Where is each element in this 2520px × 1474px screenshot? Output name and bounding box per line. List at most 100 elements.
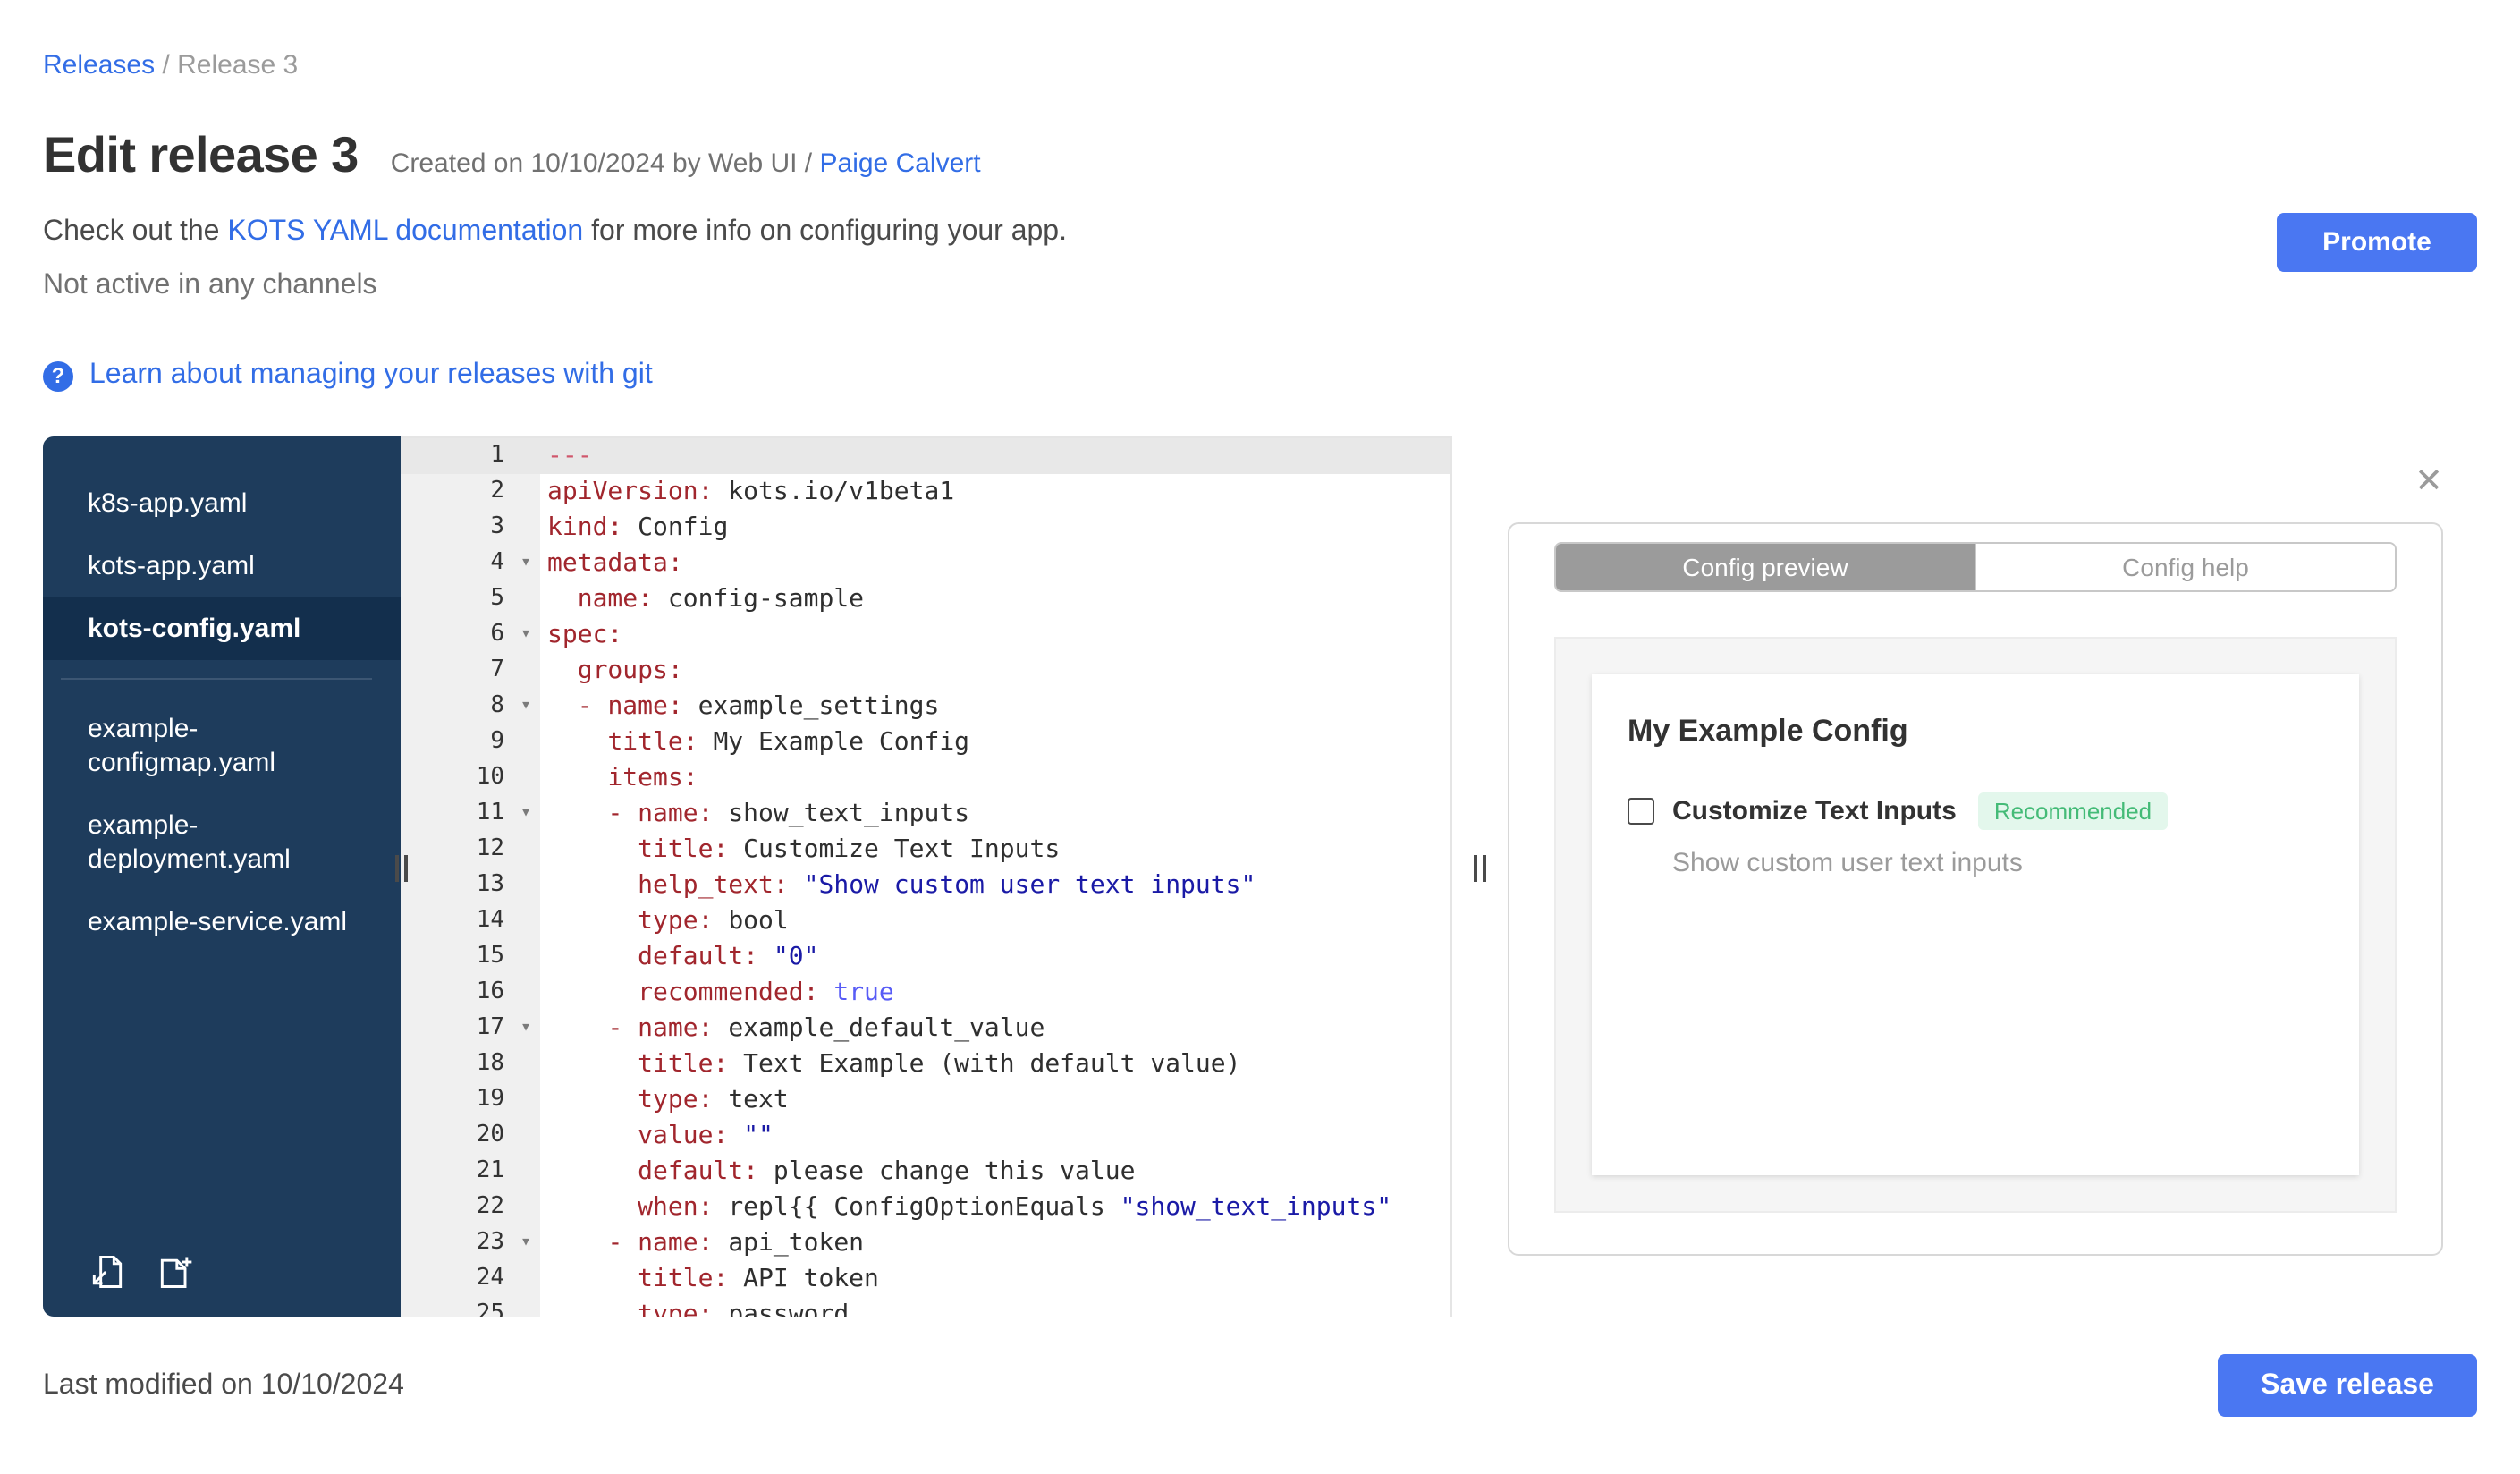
- line-number: 17 ▾: [401, 1011, 540, 1046]
- config-item-row: Customize Text Inputs Recommended: [1628, 792, 2323, 830]
- fold-arrow-icon[interactable]: ▾: [520, 1011, 531, 1046]
- fold-arrow-icon[interactable]: ▾: [520, 617, 531, 653]
- tab-config-help[interactable]: Config help: [1975, 544, 2395, 590]
- code-line[interactable]: 12 title: Customize Text Inputs: [401, 832, 1450, 868]
- title-row: Edit release 3 Created on 10/10/2024 by …: [43, 127, 2477, 184]
- code-line[interactable]: 13 help_text: "Show custom user text inp…: [401, 868, 1450, 903]
- save-release-button[interactable]: Save release: [2218, 1354, 2477, 1417]
- fold-arrow-icon[interactable]: ▾: [520, 796, 531, 832]
- code-line[interactable]: 9 title: My Example Config: [401, 724, 1450, 760]
- code-line-text: apiVersion: kots.io/v1beta1: [547, 478, 955, 506]
- file-item-kots-app[interactable]: kots-app.yaml: [88, 535, 365, 597]
- line-number: 19: [401, 1082, 540, 1118]
- code-line[interactable]: 16 recommended: true: [401, 975, 1450, 1011]
- config-group-card: My Example Config Customize Text Inputs …: [1592, 674, 2359, 1175]
- customize-text-inputs-checkbox[interactable]: [1628, 798, 1654, 825]
- preview-tabs: Config preview Config help: [1554, 542, 2397, 592]
- code-line[interactable]: 5 name: config-sample: [401, 581, 1450, 617]
- code-line[interactable]: 19 type: text: [401, 1082, 1450, 1118]
- code-line-text: groups:: [577, 657, 683, 685]
- code-line[interactable]: 7 groups:: [401, 653, 1450, 689]
- upload-file-icon[interactable]: [88, 1252, 127, 1292]
- line-number: 21: [401, 1154, 540, 1190]
- code-line-text: when: repl{{ ConfigOptionEquals "show_te…: [638, 1193, 1392, 1222]
- kots-docs-link[interactable]: KOTS YAML documentation: [227, 216, 583, 247]
- code-line[interactable]: 15 default: "0": [401, 939, 1450, 975]
- config-preview-body: My Example Config Customize Text Inputs …: [1554, 637, 2397, 1213]
- file-item-k8s-app[interactable]: k8s-app.yaml: [88, 472, 365, 535]
- checkbox-label: Customize Text Inputs: [1672, 796, 1957, 826]
- code-line[interactable]: 24 title: API token: [401, 1261, 1450, 1297]
- line-number: 3: [401, 510, 540, 546]
- code-line-text: type: password: [638, 1300, 850, 1317]
- code-line-text: kind: Config: [547, 513, 729, 542]
- code-line[interactable]: 22 when: repl{{ ConfigOptionEquals "show…: [401, 1190, 1450, 1225]
- code-line-text: metadata:: [547, 549, 683, 578]
- code-line-text: - name: show_text_inputs: [607, 800, 970, 828]
- file-item-kots-config-selected[interactable]: kots-config.yaml: [43, 597, 401, 660]
- line-number: 14: [401, 903, 540, 939]
- author-link[interactable]: Paige Calvert: [820, 148, 981, 179]
- close-icon[interactable]: ✕: [2414, 463, 2443, 501]
- code-line[interactable]: 3 kind: Config: [401, 510, 1450, 546]
- line-number: 24: [401, 1261, 540, 1297]
- file-item-example-service[interactable]: example-service.yaml: [88, 891, 365, 953]
- yaml-code-editor[interactable]: 1 --- 2 apiVersion: kots.io/v1beta1 3 kind: C…: [401, 436, 1452, 1317]
- release-editor-page: Releases / Release 3 Edit release 3 Crea…: [0, 0, 2520, 1474]
- code-line[interactable]: 25 type: password: [401, 1297, 1450, 1317]
- file-item-example-deployment[interactable]: example-deployment.yaml: [88, 794, 365, 891]
- code-line-text: type: bool: [638, 907, 789, 936]
- fold-arrow-icon[interactable]: ▾: [520, 1225, 531, 1261]
- docs-line: Check out the KOTS YAML documentation fo…: [43, 216, 2477, 249]
- file-item-example-configmap[interactable]: example-configmap.yaml: [88, 698, 365, 794]
- breadcrumb: Releases / Release 3: [43, 0, 2477, 80]
- code-line[interactable]: 17 ▾ - name: example_default_value: [401, 1011, 1450, 1046]
- channel-status: Not active in any channels: [43, 270, 377, 301]
- line-number: 18: [401, 1046, 540, 1082]
- line-number: 8 ▾: [401, 689, 540, 724]
- code-line-text: - name: api_token: [607, 1229, 865, 1258]
- fold-arrow-icon[interactable]: ▾: [520, 689, 531, 724]
- promote-button[interactable]: Promote: [2277, 213, 2477, 272]
- code-line[interactable]: 8 ▾ - name: example_settings: [401, 689, 1450, 724]
- code-line-text: items:: [607, 764, 698, 792]
- fold-arrow-icon[interactable]: ▾: [520, 546, 531, 581]
- code-line[interactable]: 18 title: Text Example (with default val…: [401, 1046, 1450, 1082]
- code-line[interactable]: 14 type: bool: [401, 903, 1450, 939]
- created-info: Created on 10/10/2024 by Web UI / Paige …: [391, 148, 981, 179]
- code-line[interactable]: 11 ▾ - name: show_text_inputs: [401, 796, 1450, 832]
- code-line[interactable]: 6 ▾ spec:: [401, 617, 1450, 653]
- code-line-text: help_text: "Show custom user text inputs…: [638, 871, 1256, 900]
- line-number: 16: [401, 975, 540, 1011]
- line-number: 20: [401, 1118, 540, 1154]
- code-line-text: name: config-sample: [577, 585, 865, 614]
- page-container: Releases / Release 3 Edit release 3 Crea…: [0, 0, 2520, 1474]
- line-number: 15: [401, 939, 540, 975]
- last-modified-text: Last modified on 10/10/2024: [43, 1369, 404, 1400]
- code-line[interactable]: 23 ▾ - name: api_token: [401, 1225, 1450, 1261]
- breadcrumb-releases-link[interactable]: Releases: [43, 50, 155, 80]
- code-line[interactable]: 20 value: "": [401, 1118, 1450, 1154]
- line-number: 1: [401, 438, 540, 474]
- resize-handle-left[interactable]: [395, 855, 408, 882]
- line-number: 5: [401, 581, 540, 617]
- tab-config-preview[interactable]: Config preview: [1556, 544, 1975, 590]
- git-help-row: ? Learn about managing your releases wit…: [43, 360, 2477, 392]
- code-line[interactable]: 2 apiVersion: kots.io/v1beta1: [401, 474, 1450, 510]
- file-tree-divider: [61, 678, 372, 680]
- code-line-text: title: My Example Config: [607, 728, 970, 757]
- line-number: 25: [401, 1297, 540, 1317]
- code-line[interactable]: 1 ---: [401, 438, 1450, 474]
- code-line[interactable]: 10 items:: [401, 760, 1450, 796]
- file-tree-sidebar: k8s-app.yaml kots-app.yaml kots-config.y…: [43, 436, 401, 1317]
- created-text: Created on 10/10/2024 by Web UI /: [390, 148, 813, 179]
- resize-handle-right[interactable]: [1474, 855, 1486, 882]
- config-group-title: My Example Config: [1628, 714, 1908, 748]
- code-line[interactable]: 21 default: please change this value: [401, 1154, 1450, 1190]
- code-line[interactable]: 4 ▾ metadata:: [401, 546, 1450, 581]
- config-item-help-text: Show custom user text inputs: [1672, 848, 2023, 878]
- git-help-link[interactable]: Learn about managing your releases with …: [89, 360, 653, 392]
- code-line-text: title: API token: [638, 1265, 879, 1293]
- add-file-icon[interactable]: [156, 1252, 195, 1292]
- recommended-badge: Recommended: [1977, 792, 2169, 830]
